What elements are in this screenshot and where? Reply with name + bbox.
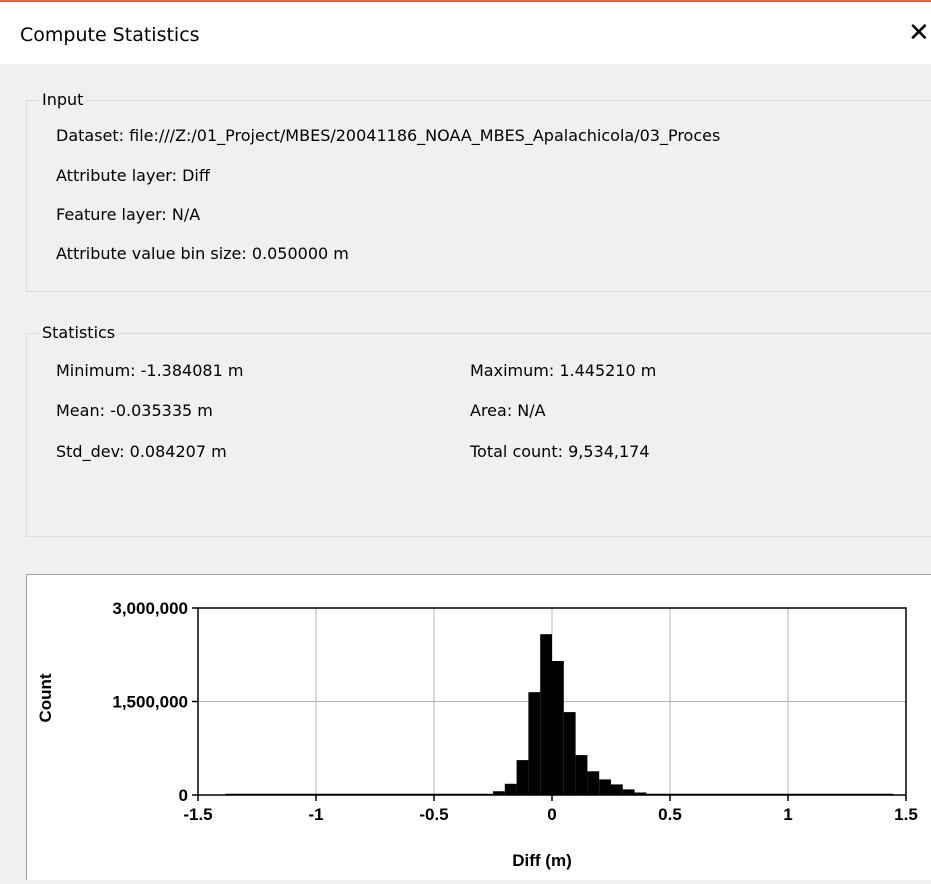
- x-tick-label: 0.5: [658, 805, 682, 824]
- x-tick-label: 0: [547, 805, 556, 824]
- feature-layer-label: Feature layer: N/A: [56, 205, 201, 224]
- histogram-bar: [611, 784, 623, 795]
- window-title: Compute Statistics: [20, 24, 200, 46]
- dataset-label: Dataset: file:///Z:/01_Project/MBES/2004…: [56, 126, 721, 145]
- mean-label: Mean: -0.035335 m: [56, 401, 213, 420]
- close-icon[interactable]: ✕: [908, 18, 930, 48]
- x-tick-label: -0.5: [419, 805, 448, 824]
- y-axis-ticks: 0 1,500,000 3,000,000: [112, 599, 198, 805]
- x-axis-label: Diff (m): [512, 851, 571, 870]
- x-tick-label: -1: [308, 805, 323, 824]
- x-tick-label: -1.5: [183, 805, 212, 824]
- histogram-bars: [225, 634, 894, 796]
- histogram-bar: [587, 771, 600, 795]
- input-group-legend: Input: [39, 90, 87, 109]
- x-tick-label: 1.5: [894, 805, 918, 824]
- histogram-bar: [563, 712, 576, 795]
- x-axis-ticks: -1.5 -1 -0.5 0 0.5 1 1.5: [183, 795, 918, 824]
- statistics-group-legend: Statistics: [39, 323, 119, 342]
- histogram-bar: [516, 760, 529, 795]
- x-tick-label: 1: [783, 805, 792, 824]
- histogram-bar: [528, 692, 541, 795]
- histogram-bar: [622, 789, 635, 795]
- histogram-bar: [575, 755, 588, 795]
- title-bar: Compute Statistics ✕: [0, 2, 931, 64]
- y-tick-label: 1,500,000: [112, 693, 188, 712]
- histogram-bar: [504, 783, 517, 795]
- histogram-panel: -1.5 -1 -0.5 0 0.5 1 1.5 0 1,500,000 3,000,000 D…: [26, 574, 931, 880]
- y-axis-label: Count: [36, 673, 55, 722]
- y-tick-label: 0: [179, 786, 188, 805]
- y-tick-label: 3,000,000: [112, 599, 188, 618]
- histogram-bar: [552, 660, 564, 795]
- std-dev-label: Std_dev: 0.084207 m: [56, 442, 227, 461]
- histogram-chart: -1.5 -1 -0.5 0 0.5 1 1.5 0 1,500,000 3,000,000 D…: [36, 599, 918, 870]
- total-count-label: Total count: 9,534,174: [470, 442, 650, 461]
- attribute-layer-label: Attribute layer: Diff: [56, 166, 210, 185]
- bin-size-label: Attribute value bin size: 0.050000 m: [56, 244, 349, 263]
- histogram-bar: [540, 634, 552, 795]
- histogram-bar: [599, 779, 611, 795]
- minimum-label: Minimum: -1.384081 m: [56, 361, 244, 380]
- area-label: Area: N/A: [470, 401, 546, 420]
- maximum-label: Maximum: 1.445210 m: [470, 361, 657, 380]
